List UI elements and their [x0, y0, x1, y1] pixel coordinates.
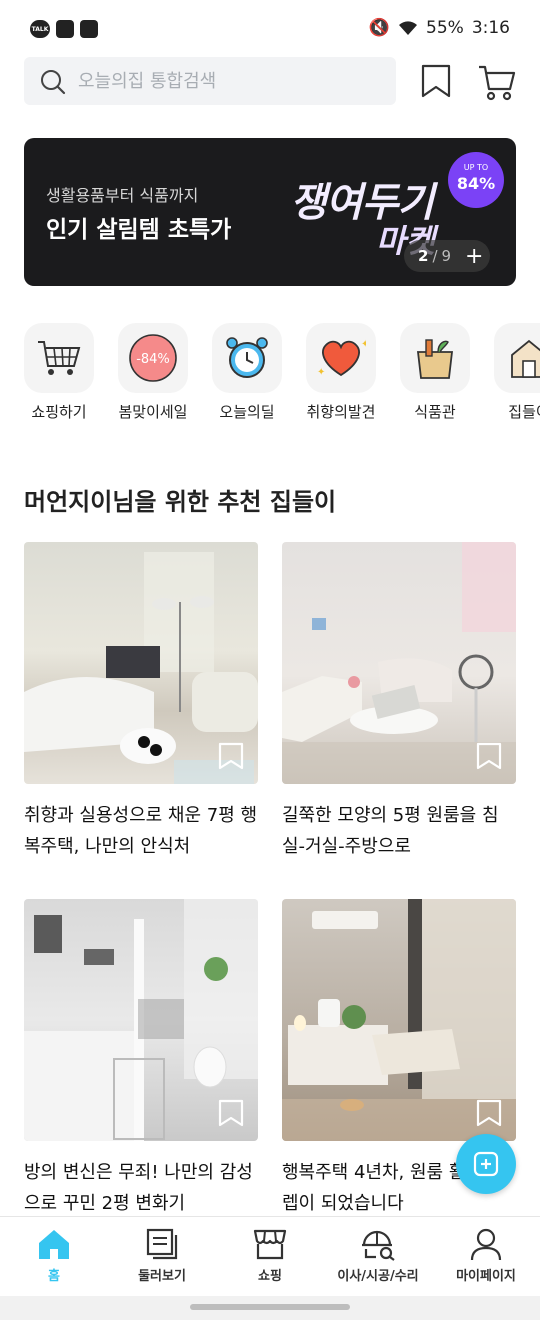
- search-input[interactable]: [78, 57, 378, 105]
- sale-84-icon: -84%: [129, 334, 177, 382]
- notification-icon: [56, 20, 74, 38]
- banner-pager[interactable]: 2 / 9 +: [404, 240, 490, 272]
- person-icon: [470, 1228, 502, 1261]
- card-title: 취향과 실용성으로 채운 7평 행복주택, 나만의 안식처: [24, 805, 258, 857]
- store-icon: [253, 1229, 287, 1260]
- home-gesture-bar[interactable]: [190, 1304, 350, 1310]
- category-shopping[interactable]: 쇼핑하기: [24, 323, 94, 422]
- mute-icon: 🔇: [368, 18, 391, 38]
- plus-icon: +: [465, 243, 484, 269]
- card-title: 방의 변신은 무죄! 나만의 감성으로 꾸민 2평 변화기: [24, 1162, 253, 1214]
- banner-subtitle: 생활용품부터 식품까지: [46, 186, 199, 205]
- promo-banner[interactable]: 생활용품부터 식품까지 인기 살림템 초특가 쟁여두기 마켓 UP TO 84%…: [24, 138, 516, 286]
- bookmark-icon[interactable]: [218, 1099, 244, 1127]
- bookmark-icon[interactable]: [218, 742, 244, 770]
- banner-title: 인기 살림템 초특가: [46, 217, 232, 243]
- write-post-button[interactable]: [456, 1134, 516, 1194]
- search-header: [24, 57, 520, 105]
- grocery-bag-icon: [416, 339, 454, 379]
- nav-shopping[interactable]: 쇼핑: [216, 1227, 324, 1284]
- card-photo: [24, 542, 258, 784]
- scrapbook-button[interactable]: [418, 63, 454, 99]
- nav-my-page[interactable]: 마이페이지: [432, 1227, 540, 1284]
- housewarming-card[interactable]: 취향과 실용성으로 채운 7평 행복주택, 나만의 안식처: [24, 542, 258, 862]
- card-photo: [24, 899, 258, 1141]
- construction-icon: [362, 1230, 395, 1261]
- status-bar: TALK 🔇 55% 3:16: [0, 0, 540, 58]
- cart-button[interactable]: [476, 61, 518, 103]
- home-icon: [39, 1230, 69, 1259]
- category-taste-discovery[interactable]: ✦ ✦ 취향의발견: [306, 323, 376, 422]
- alarm-clock-icon: [226, 337, 268, 378]
- category-housewarming[interactable]: 집들이: [494, 323, 540, 422]
- search-bar[interactable]: [24, 57, 396, 105]
- feed-icon: [146, 1228, 178, 1260]
- bottom-navigation: 홈 둘러보기 쇼핑 이사/시공/수리 마이페이지: [0, 1216, 540, 1296]
- svg-text:-84%: -84%: [136, 352, 170, 367]
- card-photo: [282, 899, 516, 1141]
- bookmark-icon[interactable]: [476, 1099, 502, 1127]
- category-food-hall[interactable]: 식품관: [400, 323, 470, 422]
- search-icon: [41, 70, 66, 95]
- heart-icon: ✦ ✦: [317, 339, 366, 378]
- category-todays-deal[interactable]: 오늘의딜: [212, 323, 282, 422]
- discount-badge: UP TO 84%: [448, 152, 504, 208]
- house-icon: [511, 339, 540, 378]
- pager-total: 9: [441, 247, 452, 265]
- category-spring-sale[interactable]: -84% 봄맞이세일: [118, 323, 188, 422]
- svg-text:✦: ✦: [317, 367, 325, 378]
- wifi-icon: [399, 21, 418, 35]
- app-screen: TALK 🔇 55% 3:16 오늘의집 통합검색 생활용품부터 식품까지 인기…: [0, 0, 540, 1320]
- svg-text:✦: ✦: [361, 339, 366, 350]
- gallery-notification-icon: [80, 20, 98, 38]
- cart-icon: [38, 341, 81, 375]
- kakaotalk-notification-icon: TALK: [30, 20, 50, 38]
- gesture-bar-area: [0, 1296, 540, 1320]
- card-title: 길쭉한 모양의 5평 원룸을 침실-거실-주방으로: [282, 805, 499, 857]
- housewarming-card[interactable]: 방의 변신은 무죄! 나만의 감성으로 꾸민 2평 변화기: [24, 899, 258, 1219]
- category-shortcuts: 쇼핑하기 -84% 봄맞이세일 오늘의딜 ✦ ✦ 취향의발견 식품관 집들: [24, 323, 540, 423]
- battery-level: 55%: [426, 18, 464, 38]
- card-photo: [282, 542, 516, 784]
- cart-icon: [479, 65, 516, 101]
- bookmark-icon[interactable]: [476, 742, 502, 770]
- bookmark-icon: [421, 64, 451, 98]
- nav-explore[interactable]: 둘러보기: [108, 1227, 216, 1284]
- clock: 3:16: [471, 18, 510, 38]
- section-title: 머언지이님을 위한 추천 집들이: [24, 488, 337, 516]
- add-square-icon: [473, 1151, 499, 1177]
- nav-moving-construction[interactable]: 이사/시공/수리: [324, 1227, 432, 1284]
- pager-current: 2: [418, 247, 429, 265]
- housewarming-card[interactable]: 길쭉한 모양의 5평 원룸을 침실-거실-주방으로: [282, 542, 516, 862]
- nav-home[interactable]: 홈: [0, 1227, 108, 1284]
